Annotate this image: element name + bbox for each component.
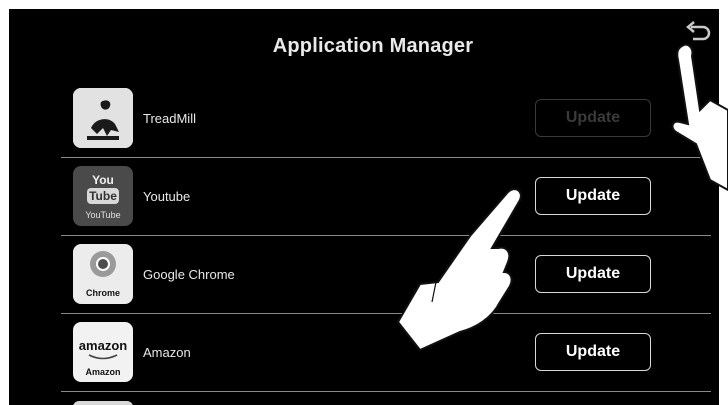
amazon-app-icon: amazon Amazon [73, 322, 133, 382]
page-title: Application Manager [272, 35, 474, 57]
app-name: Youtube [143, 188, 191, 204]
app-name: Amazon [143, 344, 191, 360]
list-item[interactable]: amazon Amazon Amazon Update [61, 313, 711, 392]
icon-caption: Amazon [85, 367, 121, 377]
update-button[interactable]: Update [535, 177, 651, 215]
list-item-partial [73, 401, 133, 405]
youtube-app-icon: You Tube YouTube [73, 166, 133, 226]
back-arrow-icon [686, 21, 711, 41]
update-button[interactable]: Update [535, 99, 651, 137]
app-name: Google Chrome [143, 266, 235, 282]
youtube-logo-you: You [92, 173, 114, 187]
youtube-logo-tube: Tube [87, 188, 119, 204]
list-item[interactable]: TreadMill Update [61, 79, 711, 158]
icon-caption: YouTube [85, 210, 121, 220]
update-button[interactable]: Update [535, 333, 651, 371]
app-manager-screen: Application Manager TreadMill Update You… [9, 9, 719, 405]
icon-caption: Chrome [85, 288, 120, 298]
treadmill-app-icon [73, 88, 133, 148]
back-button[interactable] [681, 19, 715, 49]
list-item[interactable]: You Tube YouTube Youtube Update [61, 157, 711, 236]
list-item[interactable]: Chrome Google Chrome Update [61, 235, 711, 314]
app-name: TreadMill [143, 110, 196, 126]
chrome-app-icon: Chrome [73, 244, 133, 304]
amazon-logo: amazon [78, 338, 128, 353]
update-button[interactable]: Update [535, 255, 651, 293]
